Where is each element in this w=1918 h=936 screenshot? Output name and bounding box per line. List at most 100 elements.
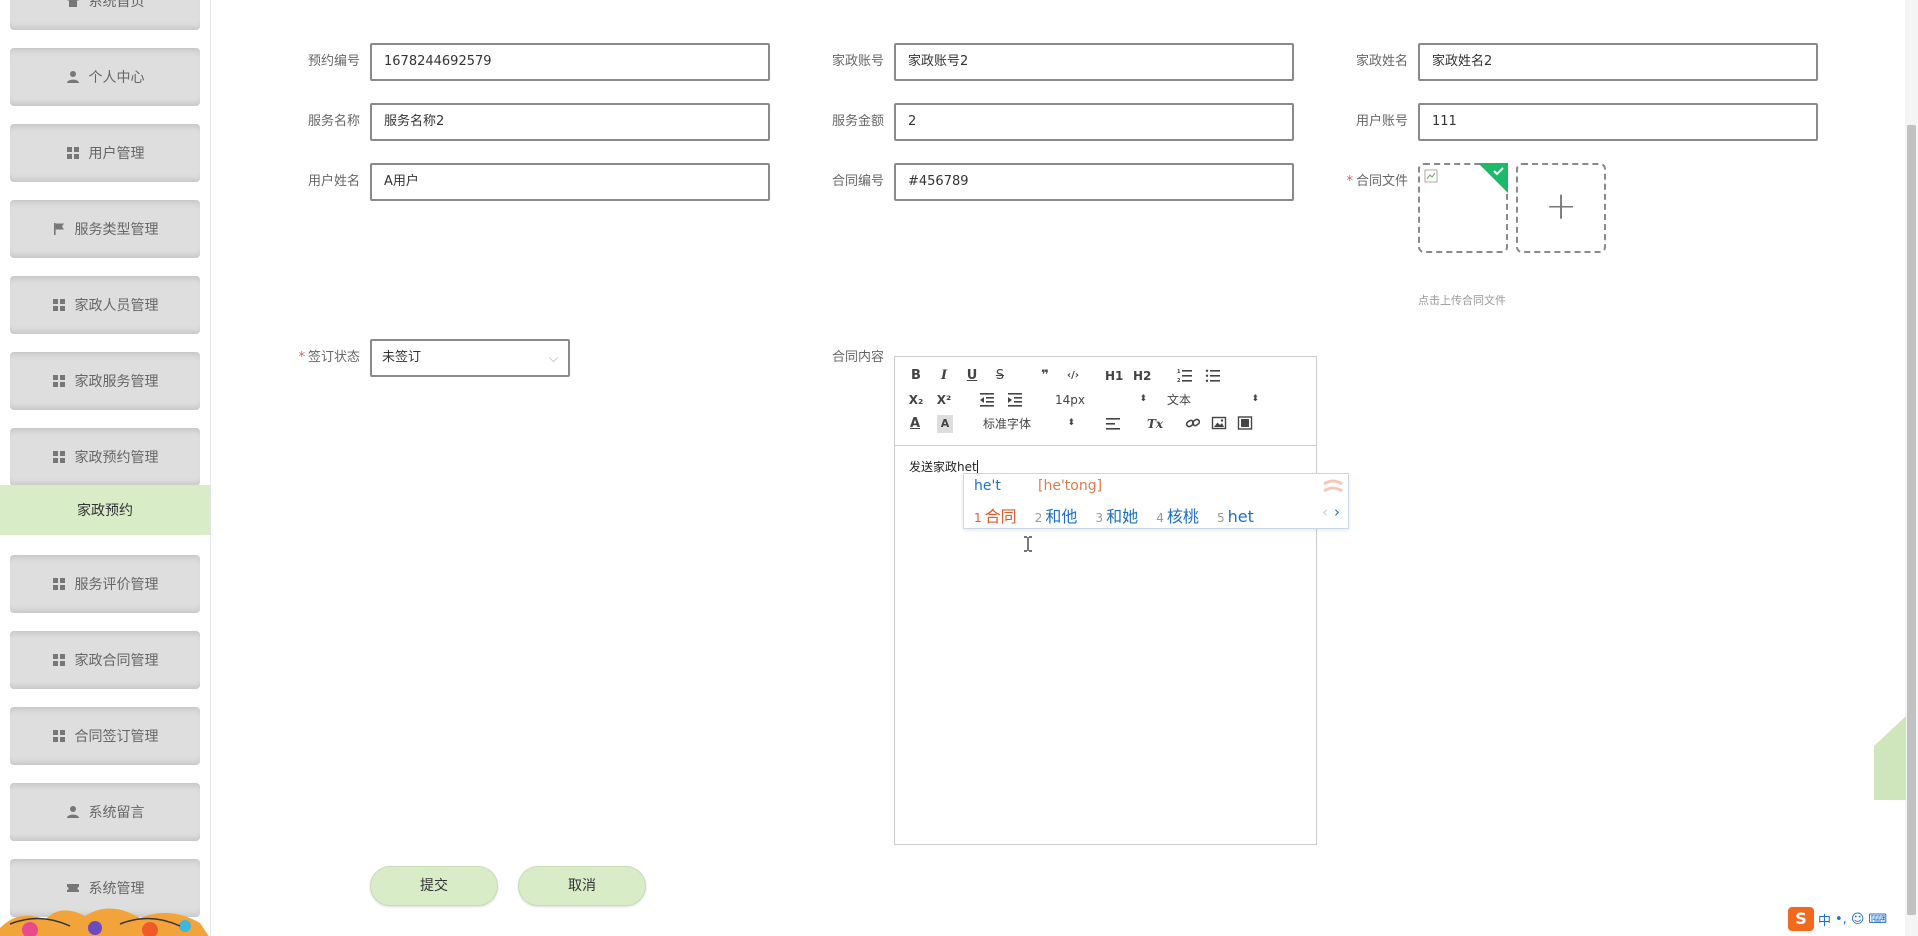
sidebar-item-personal-center[interactable]: 个人中心 (10, 48, 200, 106)
grid-icon (66, 146, 80, 160)
updown-icon: ⬍ (1139, 394, 1147, 404)
sign-status-select[interactable]: 未签订 ⌵ (370, 339, 570, 377)
service-amount-field[interactable]: 2 (894, 103, 1294, 141)
grid-icon (52, 729, 66, 743)
uploaded-corner-mark (1478, 163, 1508, 193)
outdent-button[interactable] (979, 391, 995, 409)
align-button[interactable] (1105, 415, 1121, 433)
sidebar-item-contract-management[interactable]: 家政合同管理 (10, 631, 200, 689)
plus-icon: + (1545, 184, 1577, 228)
sogou-logo-icon[interactable]: S (1788, 907, 1814, 931)
floating-side-tab[interactable] (1874, 716, 1906, 800)
housekeeper-account-label: 家政账号 (831, 54, 884, 69)
keyboard-icon[interactable]: ⌨ (1868, 912, 1887, 927)
editor-toolbar: B I U S ❞ ‹/› H1 H2 12 X₂ X² 14px ⬍ 文本 ⬍ A… (895, 357, 1316, 446)
sidebar-item-service-review[interactable]: 服务评价管理 (10, 555, 200, 613)
emoji-icon[interactable]: ☺ (1851, 912, 1865, 927)
sidebar-item-label: 用户管理 (88, 146, 145, 162)
updown-icon: ⬍ (1067, 418, 1075, 428)
grid-icon (52, 298, 66, 312)
editor-typed-text: 发送家政het (909, 460, 977, 474)
uploaded-file-thumbnail[interactable] (1418, 163, 1508, 253)
sidebar-item-booking-management[interactable]: 家政预约管理 (10, 428, 200, 486)
text-format-select[interactable]: 文本 ⬍ (1167, 391, 1259, 409)
bullet-list-icon (1205, 369, 1220, 382)
contract-no-field[interactable]: #456789 (894, 163, 1294, 201)
video-button[interactable] (1237, 415, 1253, 433)
upload-hint: 点击上传合同文件 (1418, 294, 1506, 307)
sidebar-item-housekeeper-staff[interactable]: 家政人员管理 (10, 276, 200, 334)
sidebar-item-label: 服务类型管理 (74, 222, 159, 238)
housekeeper-account-field[interactable]: 家政账号2 (894, 43, 1294, 81)
punctuation-mode-icon[interactable]: •, (1835, 912, 1847, 927)
sidebar-item-contract-signing[interactable]: 合同签订管理 (10, 707, 200, 765)
font-size-select[interactable]: 14px ⬍ (1055, 391, 1147, 409)
sign-status-value: 未签订 (382, 350, 422, 365)
ime-candidate[interactable]: 4 核桃 (1156, 503, 1199, 527)
cancel-button[interactable]: 取消 (518, 866, 646, 906)
service-name-field[interactable]: 服务名称2 (370, 103, 770, 141)
bold-button[interactable]: B (909, 367, 923, 385)
sidebar-item-home[interactable]: 系统首页 (10, 0, 200, 30)
scrollbar-thumb[interactable] (1907, 125, 1916, 915)
underline-button[interactable]: U (965, 367, 979, 385)
italic-button[interactable]: I (937, 367, 951, 385)
grid-icon (52, 374, 66, 388)
ime-candidates: 1 合同 2 和他 3 和她 4 核桃 5 het (974, 503, 1267, 527)
service-amount-label: 服务金额 (831, 114, 884, 129)
sidebar-item-messages[interactable]: 系统留言 (10, 783, 200, 841)
rich-text-editor[interactable]: B I U S ❞ ‹/› H1 H2 12 X₂ X² 14px ⬍ 文本 ⬍ A… (894, 356, 1317, 845)
sidebar-item-label: 合同签订管理 (74, 729, 159, 745)
person-icon (66, 70, 80, 84)
ime-candidate[interactable]: 1 合同 (974, 503, 1017, 527)
background-color-button[interactable]: A (937, 415, 953, 433)
user-account-field[interactable]: 111 (1418, 103, 1818, 141)
booking-no-label: 预约编号 (307, 54, 360, 69)
h2-button[interactable]: H2 (1133, 367, 1151, 385)
sidebar-item-housekeeping-service[interactable]: 家政服务管理 (10, 352, 200, 410)
link-icon (1185, 418, 1201, 428)
image-icon (1211, 416, 1227, 430)
ordered-list-button[interactable]: 12 (1177, 367, 1193, 385)
ime-candidate[interactable]: 3 和她 (1096, 503, 1139, 527)
flag-icon (52, 222, 66, 236)
sidebar-item-service-type[interactable]: 服务类型管理 (10, 200, 200, 258)
chevron-down-icon: ⌵ (548, 351, 558, 365)
indent-button[interactable] (1007, 391, 1023, 409)
ime-candidate[interactable]: 2 和他 (1035, 503, 1078, 527)
link-button[interactable] (1185, 415, 1201, 433)
sidebar-item-user-management[interactable]: 用户管理 (10, 124, 200, 182)
user-name-field[interactable]: A用户 (370, 163, 770, 201)
housekeeper-name-field[interactable]: 家政姓名2 (1418, 43, 1818, 81)
h1-button[interactable]: H1 (1105, 367, 1123, 385)
booking-no-field[interactable]: 1678244692579 (370, 43, 770, 81)
font-family-select[interactable]: 标准字体 ⬍ (983, 415, 1075, 433)
strike-button[interactable]: S (993, 367, 1007, 385)
image-button[interactable] (1211, 415, 1227, 433)
decorative-art (0, 908, 209, 936)
contract-file-label: * 合同文件 (1346, 174, 1408, 189)
ime-pinyin: [he'tong] (1038, 478, 1103, 494)
sign-status-label: * 签订状态 (298, 350, 360, 365)
sidebar-item-label: 家政人员管理 (74, 298, 159, 314)
superscript-button[interactable]: X² (935, 391, 953, 409)
submit-button[interactable]: 提交 (370, 866, 498, 906)
ime-mode-indicator[interactable]: 中 (1818, 910, 1831, 929)
ime-next-page-icon[interactable]: › (1334, 503, 1340, 521)
grid-icon (52, 577, 66, 591)
sidebar-item-label: 服务评价管理 (74, 577, 159, 593)
ime-prev-page-icon[interactable]: ‹ (1322, 503, 1328, 521)
code-button[interactable]: ‹/› (1063, 367, 1083, 385)
broken-image-icon (1424, 169, 1438, 183)
sidebar-subitem-booking[interactable]: 家政预约 (0, 485, 210, 535)
quote-button[interactable]: ❞ (1037, 367, 1053, 385)
home-icon (66, 0, 80, 8)
subscript-button[interactable]: X₂ (907, 391, 925, 409)
clean-format-button[interactable]: Tx (1145, 415, 1165, 433)
text-color-button[interactable]: A (907, 415, 923, 433)
bullet-list-button[interactable] (1205, 367, 1221, 385)
service-name-label: 服务名称 (307, 114, 360, 129)
sidebar-subitem-label: 家政预约 (77, 503, 133, 519)
upload-add-button[interactable]: + (1516, 163, 1606, 253)
ime-candidate[interactable]: 5 het (1217, 507, 1254, 526)
